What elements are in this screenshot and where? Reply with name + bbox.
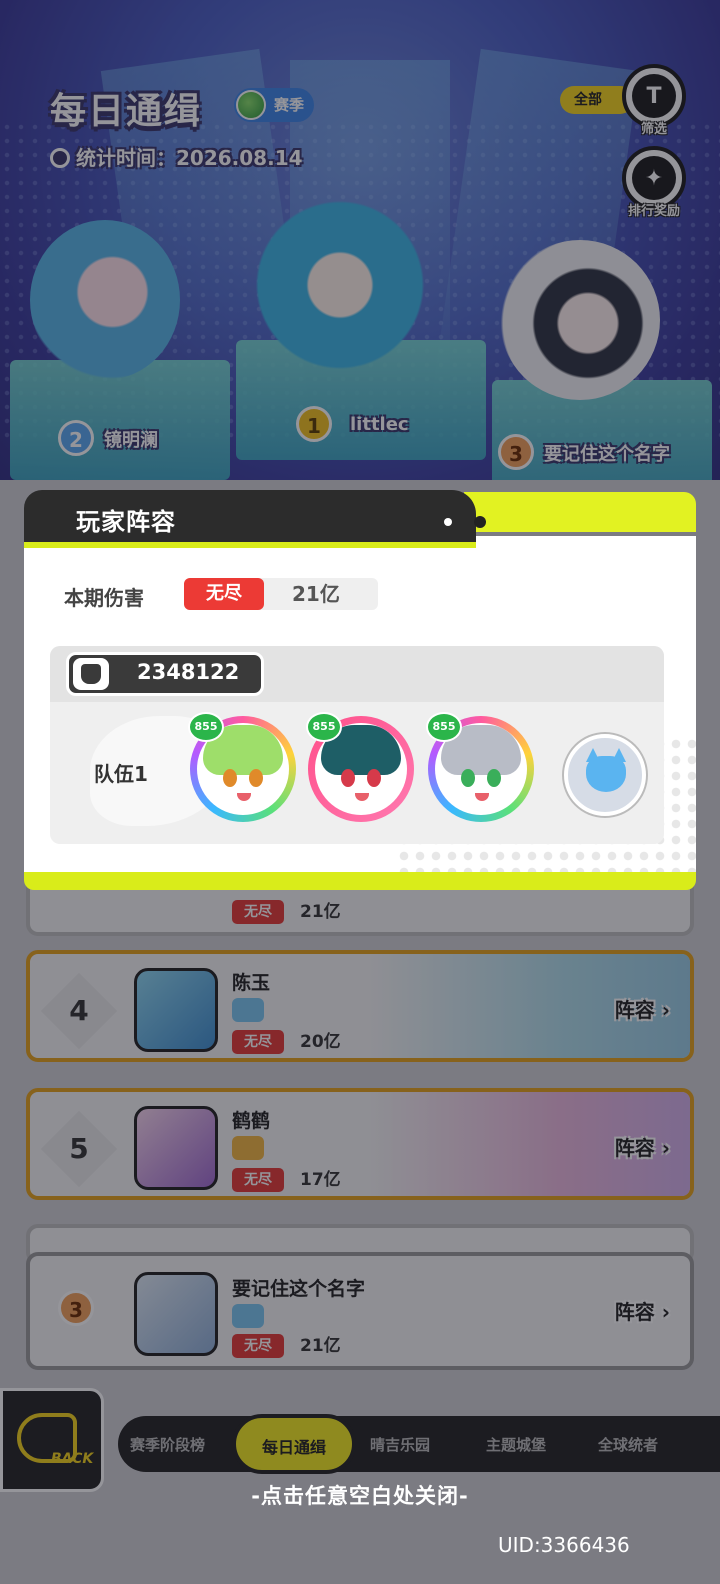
mode-badge: 无尽 bbox=[232, 900, 284, 924]
player-lineup-modal: 本期伤害 无尽 21亿 2348122 队伍1 855 855 855 玩家阵容 bbox=[24, 490, 696, 894]
cat-icon bbox=[586, 756, 626, 792]
back-button[interactable]: BACK bbox=[0, 1388, 104, 1492]
team-label: 队伍1 bbox=[94, 762, 148, 786]
mode-badge: 无尽 bbox=[232, 1168, 284, 1192]
season-badge[interactable]: 赛季 bbox=[234, 88, 315, 122]
tab-season-stage[interactable]: 赛季阶段榜 bbox=[130, 1434, 205, 1455]
damage-label: 本期伤害 bbox=[64, 586, 144, 610]
rank-number: 5 bbox=[40, 1110, 118, 1188]
modal-header-accent bbox=[464, 492, 696, 532]
stat-time-text: 统计时间：2026.08.14 bbox=[76, 146, 303, 170]
page-title: 每日通缉 bbox=[50, 91, 203, 132]
reward-icon: ✦ bbox=[632, 156, 676, 200]
rank-row[interactable]: 4 陈玉 无尽 20亿 阵容 › bbox=[26, 950, 694, 1062]
modal-header: 玩家阵容 bbox=[24, 490, 476, 548]
self-rank-badge: 3 bbox=[58, 1290, 94, 1326]
modal-footer-accent bbox=[24, 872, 696, 890]
tab-bar: 赛季阶段榜 晴吉乐园 主题城堡 全球统者 每日通缉 bbox=[118, 1414, 720, 1474]
tab-castle[interactable]: 主题城堡 bbox=[486, 1434, 546, 1455]
lineup-button[interactable]: 阵容 › bbox=[615, 994, 670, 1023]
rank-reward-label: 排行奖励 bbox=[627, 204, 680, 219]
damage-value: 17亿 bbox=[300, 1170, 341, 1190]
damage-value: 21亿 bbox=[300, 902, 341, 922]
pet-avatar[interactable] bbox=[564, 734, 646, 816]
close-hint: -点击任意空白处关闭- bbox=[251, 1484, 469, 1508]
modal-title: 玩家阵容 bbox=[76, 508, 176, 536]
team-panel: 2348122 队伍1 855 855 855 bbox=[50, 646, 664, 844]
ink-dot-decoration bbox=[444, 518, 452, 526]
damage-value: 21亿 bbox=[300, 1336, 341, 1356]
avatar[interactable] bbox=[134, 1272, 218, 1356]
damage-value: 20亿 bbox=[300, 1032, 341, 1052]
podium-name-2[interactable]: 镜明澜 bbox=[104, 426, 158, 452]
mode-badge: 无尽 bbox=[232, 1334, 284, 1358]
self-rank-row[interactable]: 3 要记住这个名字 无尽 21亿 阵容 › bbox=[26, 1252, 694, 1370]
tab-global[interactable]: 全球统者 bbox=[598, 1434, 658, 1455]
power-value: 2348122 bbox=[137, 660, 240, 684]
podium-name-1[interactable]: littlec bbox=[350, 414, 409, 435]
season-label: 赛季 bbox=[274, 96, 305, 114]
uid-label: UID:3366436 bbox=[498, 1533, 630, 1557]
player-name: 要记住这个名字 bbox=[232, 1278, 366, 1300]
player-name: 陈玉 bbox=[232, 972, 271, 994]
avatar[interactable] bbox=[134, 968, 218, 1052]
lineup-button[interactable]: 阵容 › bbox=[615, 1132, 670, 1161]
podium-character-2[interactable] bbox=[30, 220, 180, 380]
ink-dot-decoration bbox=[474, 516, 486, 528]
hero-level-badge: 855 bbox=[188, 712, 224, 742]
filter-icon: T bbox=[632, 74, 676, 118]
back-label: BACK bbox=[51, 1451, 94, 1467]
hero-avatar[interactable]: 855 bbox=[188, 712, 296, 822]
stat-time: 统计时间：2026.08.14 bbox=[50, 142, 303, 171]
player-name: 鹤鹤 bbox=[232, 1110, 271, 1132]
globe-icon bbox=[236, 90, 266, 120]
title-badge bbox=[232, 998, 265, 1022]
fist-icon bbox=[73, 658, 109, 690]
modal-body: 本期伤害 无尽 21亿 2348122 队伍1 855 855 855 bbox=[24, 536, 696, 876]
damage-value: 21亿 bbox=[292, 582, 340, 606]
mode-badge: 无尽 bbox=[232, 1030, 284, 1054]
avatar[interactable] bbox=[134, 1106, 218, 1190]
power-tag: 2348122 bbox=[66, 652, 264, 696]
filter-label: 筛选 bbox=[640, 122, 667, 137]
hero-avatar[interactable]: 855 bbox=[306, 712, 414, 822]
lineup-button[interactable]: 阵容 › bbox=[615, 1296, 670, 1325]
podium-rank-1-badge: 1 bbox=[296, 406, 332, 442]
podium-name-3[interactable]: 要记住这个名字 bbox=[544, 440, 670, 466]
podium-character-3[interactable] bbox=[500, 240, 660, 400]
title-badge bbox=[232, 1136, 265, 1160]
podium-rank-2-badge: 2 bbox=[58, 420, 94, 456]
podium-character-1[interactable] bbox=[255, 200, 425, 370]
tab-park[interactable]: 晴吉乐园 bbox=[370, 1434, 430, 1455]
hero-avatar[interactable]: 855 bbox=[426, 712, 534, 822]
hero-level-badge: 855 bbox=[426, 712, 462, 742]
podium-rank-3-badge: 3 bbox=[498, 434, 534, 470]
damage-bar: 无尽 21亿 bbox=[184, 578, 378, 610]
clock-icon bbox=[50, 148, 70, 168]
title-badge bbox=[232, 1304, 265, 1328]
damage-mode-badge: 无尽 bbox=[184, 578, 264, 610]
rank-number: 4 bbox=[40, 972, 118, 1050]
rank-row[interactable]: 5 鹤鹤 无尽 17亿 阵容 › bbox=[26, 1088, 694, 1200]
hero-level-badge: 855 bbox=[306, 712, 342, 742]
tab-daily-wanted[interactable]: 每日通缉 bbox=[232, 1414, 357, 1474]
